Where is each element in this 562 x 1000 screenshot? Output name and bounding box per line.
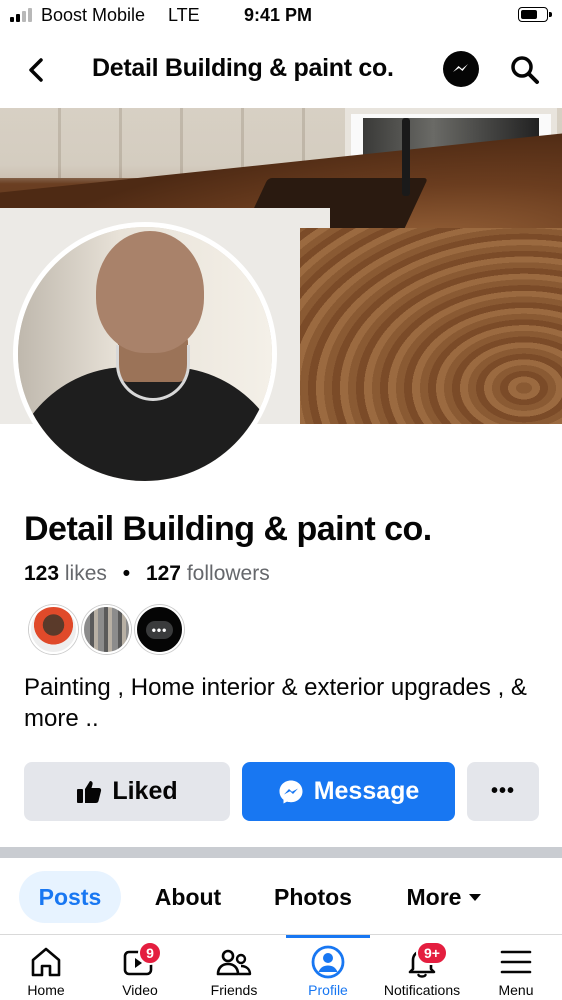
profile-tabs: Posts About Photos More (0, 858, 562, 934)
friend-avatar[interactable] (82, 605, 131, 654)
more-friends-avatar[interactable]: ••• (135, 605, 184, 654)
friends-who-like-row[interactable]: ••• (29, 605, 184, 655)
messenger-icon (453, 64, 468, 72)
page-name: Detail Building & paint co. (24, 510, 432, 548)
menu-icon (500, 950, 532, 974)
page-header: Detail Building & paint co. (0, 40, 562, 100)
nav-label: Menu (498, 982, 534, 998)
nav-profile[interactable]: Profile (278, 935, 378, 1000)
nav-home[interactable]: Home (0, 935, 96, 1000)
bottom-nav: Home 9 Video Friends Profile 9+ Notifica… (0, 934, 562, 1000)
nav-video[interactable]: 9 Video (90, 935, 190, 1000)
friends-icon (216, 949, 252, 976)
messenger-icon (279, 780, 303, 803)
more-options-icon: ••• (490, 780, 515, 802)
tab-label: About (154, 883, 222, 910)
more-dots-icon: ••• (145, 620, 174, 639)
tab-label: More (406, 883, 462, 910)
battery-icon (518, 7, 552, 22)
followers-count[interactable]: 127 (146, 562, 181, 585)
video-badge: 9 (138, 941, 162, 965)
message-label: Message (313, 777, 420, 805)
search-icon (511, 56, 539, 84)
search-button[interactable] (506, 51, 544, 89)
thumbs-up-icon (77, 780, 102, 803)
page-stats: 123 likes • 127 followers (24, 562, 270, 586)
status-bar: Boost Mobile LTE 9:41 PM (0, 0, 562, 32)
nav-label: Notifications (383, 982, 461, 998)
profile-avatar[interactable] (13, 222, 277, 486)
tab-label: Posts (38, 883, 102, 910)
followers-label: followers (186, 562, 270, 585)
messenger-button[interactable] (443, 51, 479, 87)
page-description: Painting , Home interior & exterior upgr… (24, 674, 527, 732)
tab-about[interactable]: About (140, 871, 236, 923)
nav-notifications[interactable]: 9+ Notifications (372, 935, 472, 1000)
message-button[interactable]: Message (242, 762, 455, 821)
tab-photos[interactable]: Photos (262, 871, 364, 923)
nav-friends[interactable]: Friends (184, 935, 284, 1000)
friend-avatar[interactable] (29, 605, 78, 654)
status-time: 9:41 PM (244, 5, 313, 25)
section-divider (0, 847, 562, 858)
back-button[interactable] (18, 52, 54, 88)
home-icon (31, 947, 61, 977)
signal-icon (10, 8, 32, 22)
liked-button[interactable]: Liked (24, 762, 230, 821)
carrier-name: Boost Mobile (41, 5, 146, 25)
nav-label: Profile (308, 982, 348, 998)
stats-separator: • (122, 562, 131, 585)
network-type: LTE (168, 5, 200, 25)
tab-more[interactable]: More (392, 871, 496, 923)
more-options-button[interactable]: ••• (467, 762, 539, 821)
nav-menu[interactable]: Menu (466, 935, 562, 1000)
likes-label: likes (64, 562, 107, 585)
chevron-left-icon (29, 58, 43, 82)
tab-label: Photos (274, 883, 352, 910)
notifications-badge: 9+ (416, 941, 448, 965)
header-title: Detail Building & paint co. (92, 54, 394, 82)
caret-down-icon (469, 893, 482, 901)
nav-label: Home (27, 982, 65, 998)
nav-label: Video (122, 982, 158, 998)
profile-icon (311, 945, 345, 979)
liked-label: Liked (112, 777, 178, 805)
likes-count[interactable]: 123 (24, 562, 59, 585)
tab-posts[interactable]: Posts (19, 871, 121, 923)
nav-label: Friends (210, 982, 258, 998)
